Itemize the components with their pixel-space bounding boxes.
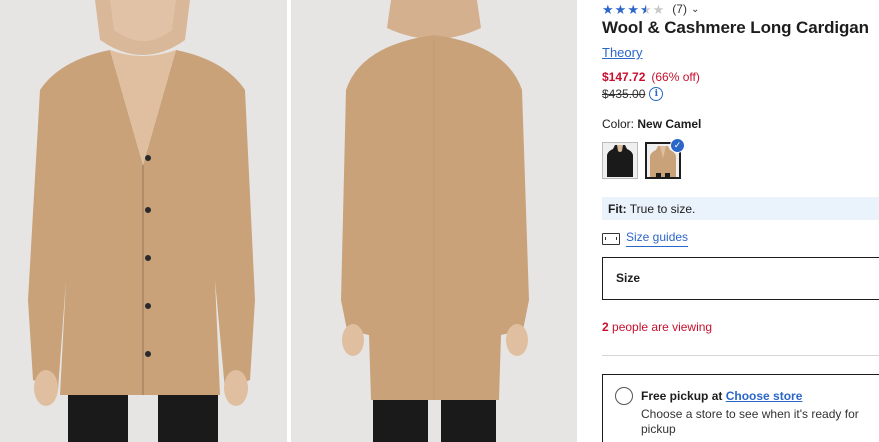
- size-label: Size: [616, 271, 641, 285]
- cardigan-back-illustration: [291, 0, 577, 442]
- star-half-icon: ★: [639, 1, 652, 17]
- ruler-icon: [602, 232, 620, 245]
- size-selector[interactable]: Size: [602, 257, 879, 300]
- viewers-count: 2: [602, 320, 609, 334]
- discount-badge: (66% off): [651, 70, 700, 84]
- choose-store-link[interactable]: Choose store: [726, 389, 803, 403]
- color-value: New Camel: [637, 117, 702, 131]
- divider: [602, 355, 879, 356]
- original-price-row: $435.00 i: [602, 87, 664, 101]
- info-icon[interactable]: i: [649, 87, 664, 101]
- color-label: Color:: [602, 117, 635, 131]
- pickup-option[interactable]: Free pickup at Choose store Choose a sto…: [602, 374, 879, 442]
- sale-price: $147.72: [602, 70, 646, 84]
- product-image-back[interactable]: [291, 0, 577, 442]
- swatch-black[interactable]: [602, 142, 638, 179]
- original-price: $435.00: [602, 87, 646, 101]
- color-selection-label: Color: New Camel: [602, 117, 701, 131]
- star-icon: ★: [602, 1, 614, 17]
- viewers-text: people are viewing: [612, 320, 713, 334]
- fit-value: True to size.: [629, 202, 696, 216]
- viewers-notice: 2 people are viewing: [602, 320, 712, 334]
- fit-info: Fit: True to size.: [602, 197, 879, 220]
- size-guides-row[interactable]: Size guides: [602, 230, 689, 247]
- pickup-radio[interactable]: [615, 387, 633, 405]
- review-count[interactable]: (7): [672, 2, 687, 16]
- product-info-panel: ★ ★ ★ ★ ★ (7) ⌄ Wool & Cashmere Long Car…: [602, 0, 879, 442]
- color-swatches: ✓: [602, 138, 685, 179]
- star-empty-icon: ★: [652, 1, 665, 17]
- fit-label: Fit:: [608, 202, 627, 216]
- swatch-new-camel[interactable]: ✓: [645, 138, 685, 179]
- product-title: Wool & Cashmere Long Cardigan: [602, 18, 869, 37]
- pickup-subtext: Choose a store to see when it's ready fo…: [641, 407, 859, 436]
- pickup-title-text: Free pickup at: [641, 389, 723, 403]
- star-icon: ★: [627, 1, 639, 17]
- star-icon: ★: [614, 1, 627, 17]
- rating-summary[interactable]: ★ ★ ★ ★ ★ (7) ⌄: [602, 1, 699, 17]
- product-image-front[interactable]: [0, 0, 287, 442]
- price-row: $147.72 (66% off): [602, 70, 700, 84]
- size-guides-link[interactable]: Size guides: [626, 230, 689, 247]
- cardigan-front-illustration: [0, 0, 287, 442]
- check-icon: ✓: [670, 138, 685, 153]
- pickup-title: Free pickup at Choose store: [641, 389, 802, 403]
- star-rating: ★ ★ ★ ★ ★: [602, 3, 664, 16]
- brand-link[interactable]: Theory: [602, 45, 642, 60]
- chevron-down-icon[interactable]: ⌄: [691, 4, 699, 15]
